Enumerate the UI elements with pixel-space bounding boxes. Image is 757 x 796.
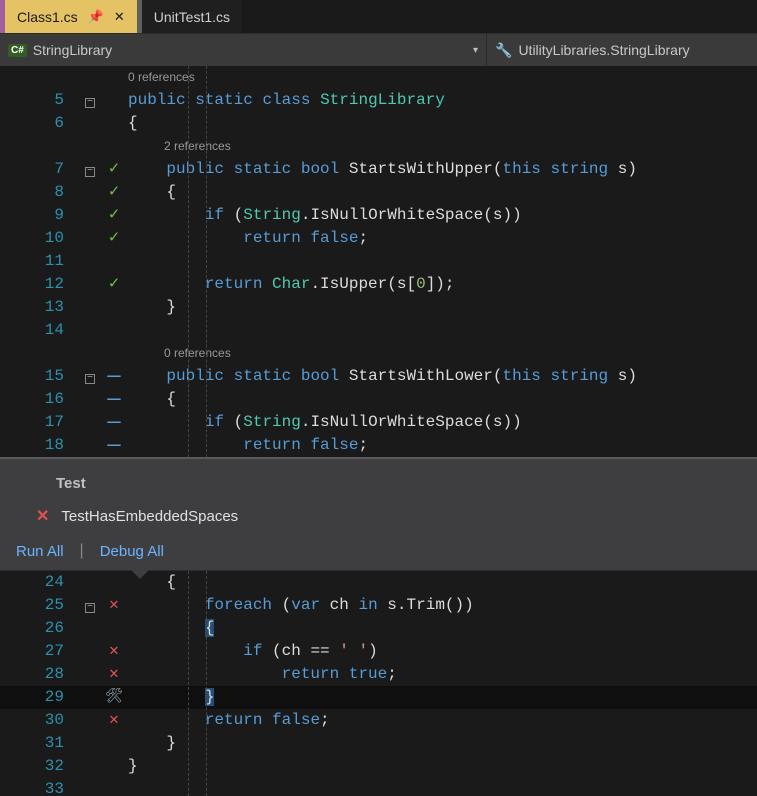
test-popup: Test ✕ TestHasEmbeddedSpaces Run All | D… [0,457,757,571]
code-line: { [128,388,757,411]
codelens-method[interactable]: 2 references [128,135,757,158]
code-line: { [128,181,757,204]
test-pass-icon[interactable]: ✓ [100,227,128,250]
code-line: return false; [128,709,757,732]
fold-icon[interactable]: − [85,167,95,177]
test-fail-icon[interactable]: ✕ [100,594,128,617]
nav-namespace-dropdown[interactable]: C# StringLibrary ▾ [0,34,487,66]
tab-class1[interactable]: Class1.cs 📌 ✕ [0,0,137,33]
test-fail-icon[interactable]: ✕ [100,663,128,686]
test-pass-icon[interactable]: ✓ [100,204,128,227]
codelens-class[interactable]: 0 references [128,66,757,89]
test-fail-icon[interactable]: ✕ [100,709,128,732]
nav-left-label: StringLibrary [33,42,112,58]
code-line: if (String.IsNullOrWhiteSpace(s)) [128,411,757,434]
code-line: public static bool StartsWithUpper(this … [128,158,757,181]
code-line: } [128,686,757,709]
code-line: { [128,617,757,640]
code-line: { [128,571,757,594]
code-line: public static class StringLibrary [128,89,757,112]
code-line: foreach (var ch in s.Trim()) [128,594,757,617]
popup-actions: Run All | Debug All [16,538,741,560]
failed-test-name: TestHasEmbeddedSpaces [61,508,238,525]
code-editor[interactable]: 0 references 5 − public static class Str… [0,66,757,796]
codelens-method[interactable]: 0 references [128,342,757,365]
failed-test-row[interactable]: ✕ TestHasEmbeddedSpaces [16,502,741,538]
cs-badge-icon: C# [8,44,27,57]
test-pass-icon[interactable]: ✓ [100,158,128,181]
debug-all-link[interactable]: Debug All [100,543,164,560]
code-line: if (String.IsNullOrWhiteSpace(s)) [128,204,757,227]
nav-right-label: UtilityLibraries.StringLibrary [518,42,689,58]
code-line: } [128,296,757,319]
code-line: } [128,755,757,778]
code-line: public static bool StartsWithLower(this … [128,365,757,388]
class-icon: 🔧 [495,42,512,59]
quick-action-icon[interactable]: 🛠 [100,686,128,709]
chevron-down-icon: ▾ [473,45,478,56]
separator: | [80,542,84,560]
test-pass-icon[interactable]: ✓ [100,181,128,204]
popup-title: Test [16,469,741,502]
tab-unittest1[interactable]: UnitTest1.cs [137,0,242,33]
pin-icon[interactable]: 📌 [88,10,104,23]
code-line: if (ch == ' ') [128,640,757,663]
fold-icon[interactable]: − [85,603,95,613]
code-line: return true; [128,663,757,686]
fold-icon[interactable]: − [85,374,95,384]
code-line: return false; [128,227,757,250]
close-icon[interactable]: ✕ [114,10,125,23]
code-block-top: 0 references 5 − public static class Str… [0,66,757,457]
fail-icon: ✕ [36,506,49,526]
code-line: { [128,112,757,135]
tab-label: UnitTest1.cs [154,9,230,25]
tab-label: Class1.cs [17,9,78,25]
run-all-link[interactable]: Run All [16,543,64,560]
code-line: return Char.IsUpper(s[0]); [128,273,757,296]
code-line: return false; [128,434,757,457]
nav-class-dropdown[interactable]: 🔧 UtilityLibraries.StringLibrary [487,34,757,66]
test-fail-icon[interactable]: ✕ [100,640,128,663]
test-pass-icon[interactable]: ✓ [100,273,128,296]
file-tabs: Class1.cs 📌 ✕ UnitTest1.cs [0,0,757,34]
code-line: } [128,732,757,755]
fold-icon[interactable]: − [85,98,95,108]
code-block-bottom: 24 { 25 − ✕ foreach (var ch in s.Trim())… [0,571,757,796]
nav-bar: C# StringLibrary ▾ 🔧 UtilityLibraries.St… [0,34,757,66]
